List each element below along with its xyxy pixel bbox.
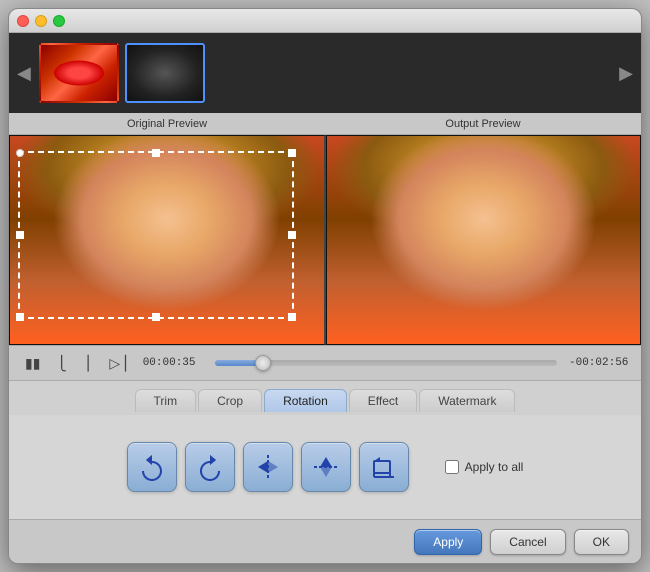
strip-left-arrow[interactable]: ◀ <box>17 63 31 84</box>
tab-crop[interactable]: Crop <box>198 389 262 412</box>
close-button[interactable] <box>17 15 29 27</box>
apply-to-all-label: Apply to all <box>465 460 524 474</box>
flip-horizontal-button[interactable] <box>243 442 293 492</box>
rotation-controls-area: Apply to all <box>9 415 641 519</box>
strip-right-arrow[interactable]: ▶ <box>619 63 633 84</box>
apply-to-all-checkbox[interactable] <box>445 460 459 474</box>
flip-horizontal-icon <box>254 453 282 481</box>
output-preview-label: Output Preview <box>325 118 641 130</box>
tabs-area: Trim Crop Rotation Effect Watermark <box>9 381 641 415</box>
mark-out-button[interactable]: ⎪ <box>79 353 98 374</box>
thumbnail-1-image <box>127 45 203 101</box>
title-bar <box>9 9 641 33</box>
thumbnail-1[interactable] <box>125 43 205 103</box>
bottom-bar: Apply Cancel OK <box>9 519 641 563</box>
custom-rotate-button[interactable] <box>359 442 409 492</box>
current-time-display: 00:00:35 <box>143 357 203 369</box>
original-video-content <box>10 136 324 344</box>
thumbnail-strip: ◀ ▶ <box>9 33 641 113</box>
rotate-left-icon <box>138 453 166 481</box>
playback-controls: ▮▮ ⎩ ⎪ ▷⎪ 00:00:35 -00:02:56 <box>9 345 641 381</box>
rotate-right-button[interactable] <box>185 442 235 492</box>
tab-watermark[interactable]: Watermark <box>419 389 515 412</box>
rotate-right-icon <box>196 453 224 481</box>
rotate-left-button[interactable] <box>127 442 177 492</box>
rotation-buttons-row: Apply to all <box>127 442 524 492</box>
ok-button[interactable]: OK <box>574 529 629 555</box>
tab-effect[interactable]: Effect <box>349 389 417 412</box>
custom-rotate-icon <box>370 453 398 481</box>
thumbnail-0[interactable] <box>39 43 119 103</box>
tab-trim[interactable]: Trim <box>135 389 197 412</box>
flip-vertical-button[interactable] <box>301 442 351 492</box>
preview-labels: Original Preview Output Preview <box>9 113 641 135</box>
apply-to-all-row: Apply to all <box>445 460 524 474</box>
pause-button[interactable]: ▮▮ <box>21 353 44 374</box>
main-window: ◀ ▶ Original Preview Output Preview <box>8 8 642 564</box>
progress-bar[interactable] <box>215 360 557 366</box>
flip-vertical-icon <box>312 453 340 481</box>
thumbnail-0-image <box>41 45 117 101</box>
maximize-button[interactable] <box>53 15 65 27</box>
original-preview-label: Original Preview <box>9 118 325 130</box>
mark-in-button[interactable]: ⎩ <box>52 353 71 374</box>
apply-button[interactable]: Apply <box>414 529 482 555</box>
play-to-mark-button[interactable]: ▷⎪ <box>105 353 134 374</box>
remaining-time-display: -00:02:56 <box>569 357 629 369</box>
output-video-content <box>327 136 641 344</box>
traffic-lights <box>17 15 65 27</box>
output-video-frame <box>327 136 641 344</box>
original-preview-panel <box>9 135 326 345</box>
progress-thumb[interactable] <box>255 355 271 371</box>
original-video-frame <box>10 136 324 344</box>
output-preview-panel <box>326 135 642 345</box>
tab-rotation[interactable]: Rotation <box>264 389 347 412</box>
cancel-button[interactable]: Cancel <box>490 529 565 555</box>
minimize-button[interactable] <box>35 15 47 27</box>
preview-area <box>9 135 641 345</box>
